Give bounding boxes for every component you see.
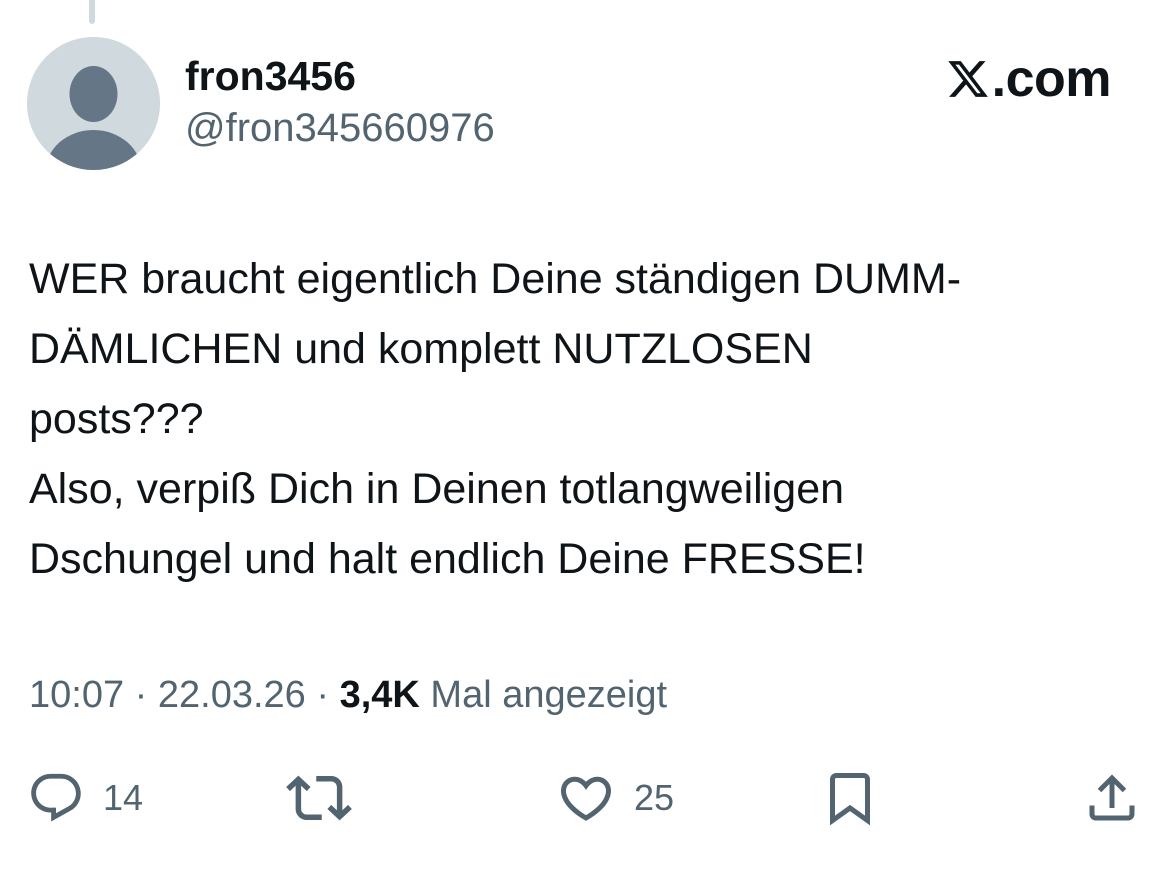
tweet-date[interactable]: 22.03.26 <box>158 674 306 716</box>
repost-icon <box>286 775 352 821</box>
reply-icon <box>31 773 81 822</box>
tweet-meta: 10:07 · 22.03.26 · 3,4K Mal angezeigt <box>29 668 667 722</box>
views-count[interactable]: 3,4K <box>340 674 420 716</box>
brand-domain-suffix: .com <box>991 50 1112 108</box>
reply-button[interactable]: 14 <box>27 760 143 836</box>
tweet-body: WER braucht eigentlich Deine ständigen D… <box>29 244 1149 594</box>
default-avatar-icon <box>27 37 160 170</box>
bookmark-icon <box>830 773 870 826</box>
author-display-name[interactable]: fron3456 <box>185 52 356 100</box>
tweet-text-line: DÄMLICHEN und komplett NUTZLOSEN <box>29 325 813 373</box>
meta-separator: · <box>305 674 340 716</box>
share-button[interactable] <box>1082 760 1142 836</box>
like-count: 25 <box>634 777 675 818</box>
meta-separator: · <box>124 674 158 716</box>
x-logo-icon <box>947 61 988 97</box>
share-icon <box>1089 774 1135 821</box>
avatar[interactable] <box>27 37 160 170</box>
tweet-action-bar: 14 25 <box>0 760 1170 836</box>
tweet-text-line: WER braucht eigentlich Deine ständigen D… <box>29 255 962 303</box>
like-button[interactable]: 25 <box>556 760 674 836</box>
tweet-text-line: posts??? <box>29 395 204 443</box>
brand-watermark: .com <box>946 50 1112 108</box>
heart-icon <box>560 776 612 821</box>
bookmark-button[interactable] <box>820 760 880 836</box>
thread-connector-line <box>89 0 95 24</box>
repost-button[interactable] <box>286 760 352 836</box>
reply-count: 14 <box>103 777 144 818</box>
author-handle[interactable]: @fron345660976 <box>185 104 495 152</box>
tweet-text-line: Also, verpiß Dich in Deinen totlangweili… <box>29 465 845 513</box>
tweet-time[interactable]: 10:07 <box>29 674 124 716</box>
views-label: Mal angezeigt <box>419 674 668 716</box>
tweet-text-line: Dschungel und halt endlich Deine FRESSE! <box>29 535 866 583</box>
